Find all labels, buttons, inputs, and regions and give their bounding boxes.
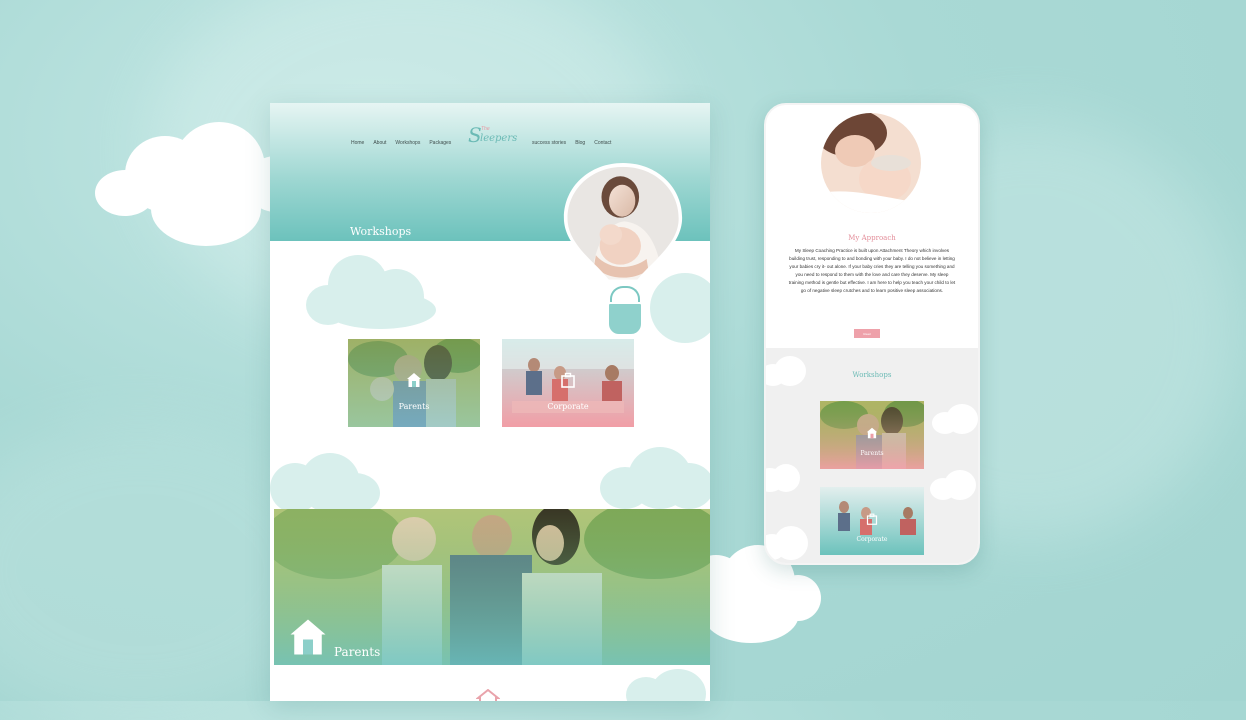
cloud-decoration <box>270 453 380 513</box>
nav-link-workshops[interactable]: Workshops <box>395 140 420 146</box>
cloud-decoration <box>766 464 800 492</box>
nav-right: success stories Blog Contact <box>532 140 620 146</box>
approach-title: My Approach <box>848 234 896 242</box>
logo-text: leepers <box>480 133 518 144</box>
house-icon <box>290 619 326 655</box>
cloud-decoration <box>306 255 440 329</box>
balloon-basket <box>607 302 643 336</box>
nav-link-blog[interactable]: Blog <box>575 140 585 146</box>
mother-baby-photo <box>821 113 921 213</box>
mobile-card-parents[interactable]: Parents <box>820 401 924 469</box>
cloud-decoration <box>600 447 710 509</box>
briefcase-icon <box>866 513 878 525</box>
parents-banner[interactable]: Parents <box>274 509 710 665</box>
house-icon <box>476 689 500 701</box>
nav-link-success-stories[interactable]: success stories <box>532 140 566 146</box>
cloud-decoration <box>766 526 808 560</box>
desktop-mockup: Home About Workshops Packages The S leep… <box>270 103 710 701</box>
logo-small-text: The <box>481 126 490 132</box>
read-more-button[interactable]: Read more <box>854 329 880 345</box>
approach-text: My Sleep Coaching Practice is built upon… <box>788 248 956 293</box>
house-icon <box>407 373 421 387</box>
family-photo <box>274 509 710 665</box>
nav-link-about[interactable]: About <box>373 140 386 146</box>
card-label: Parents <box>860 450 884 457</box>
nav-link-contact[interactable]: Contact <box>594 140 611 146</box>
card-label: Corporate <box>856 536 888 543</box>
site-logo[interactable]: The S leepers <box>468 125 518 149</box>
briefcase-icon <box>561 372 575 388</box>
workshop-card-corporate[interactable]: Corporate <box>502 339 634 427</box>
cloud-decoration <box>932 404 978 434</box>
balloon-photo <box>563 163 683 283</box>
cloud-decoration <box>930 470 978 500</box>
workshop-card-parents[interactable]: Parents <box>348 339 480 427</box>
nav-left: Home About Workshops Packages <box>351 140 460 146</box>
nav-link-home[interactable]: Home <box>351 140 364 146</box>
card-label: Corporate <box>547 402 589 411</box>
house-icon <box>866 427 878 439</box>
card-label: Parents <box>398 402 430 411</box>
banner-label: Parents <box>334 645 381 659</box>
workshops-title: Workshops <box>852 371 892 379</box>
nav-link-packages[interactable]: Packages <box>429 140 451 146</box>
cloud-decoration <box>626 669 710 701</box>
hero-title: Workshops <box>350 225 412 238</box>
mobile-mockup: My Approach My Sleep Coaching Practice i… <box>764 103 980 565</box>
mobile-card-corporate[interactable]: Corporate <box>820 487 924 555</box>
